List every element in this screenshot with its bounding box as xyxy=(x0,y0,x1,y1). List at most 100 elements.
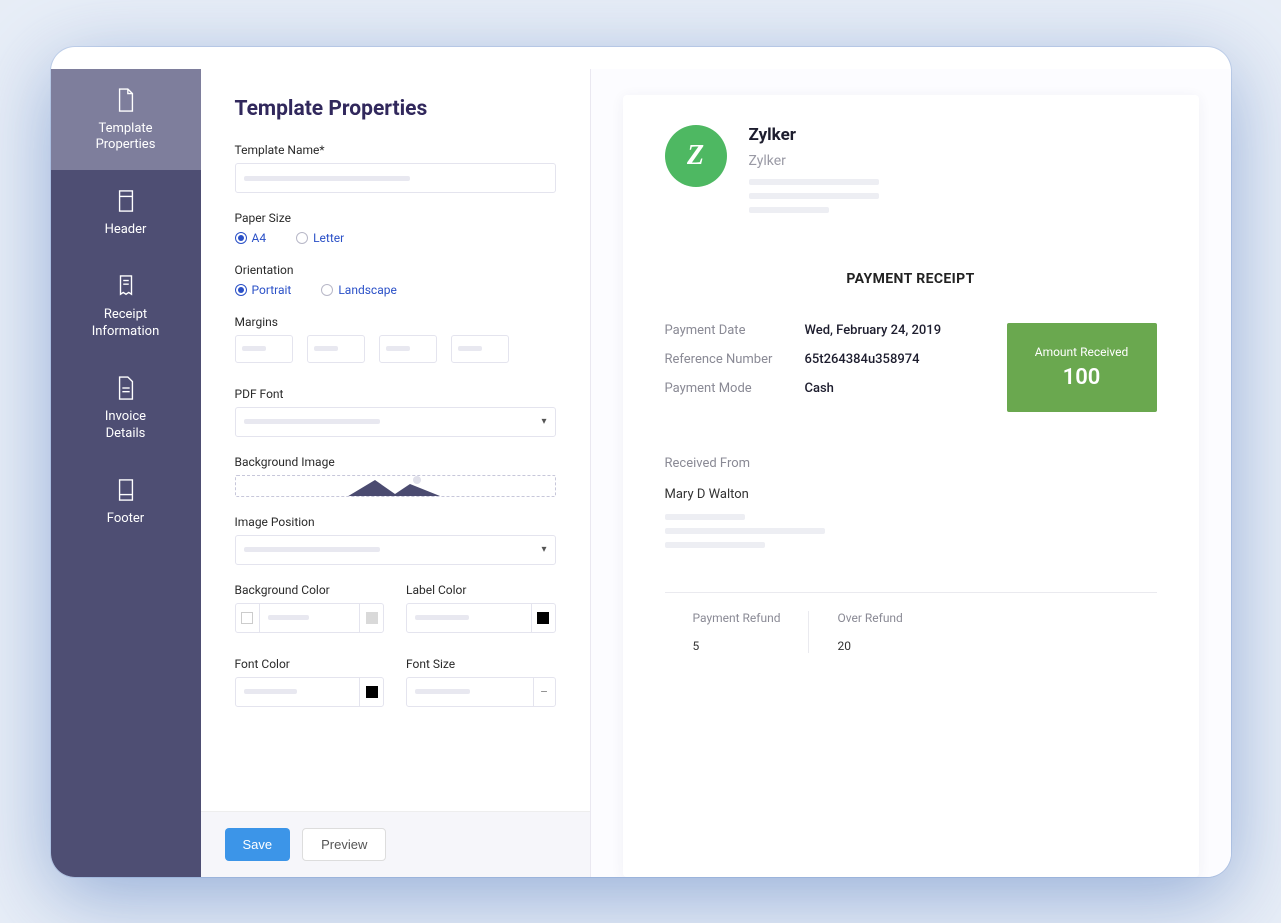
stepper-icon[interactable]: – xyxy=(533,678,555,706)
form-scroll: Template Properties Template Name* Paper… xyxy=(201,69,590,811)
radio-portrait[interactable]: Portrait xyxy=(235,283,292,297)
color-swatch xyxy=(241,612,253,624)
placeholder-line xyxy=(665,542,765,548)
sidebar-item-header[interactable]: Header xyxy=(51,170,201,255)
radio-landscape[interactable]: Landscape xyxy=(321,283,397,297)
payment-refund-label: Payment Refund xyxy=(693,611,781,625)
radio-label: A4 xyxy=(252,231,267,245)
company-logo: Z xyxy=(665,125,727,187)
receipt-icon xyxy=(59,273,193,299)
footer-icon xyxy=(59,477,193,503)
template-name-input[interactable] xyxy=(235,163,556,193)
amount-received-label: Amount Received xyxy=(1033,345,1131,359)
app-window: Template Properties Header Receipt Infor… xyxy=(51,47,1231,877)
chevron-down-icon: ▾ xyxy=(541,416,546,427)
chevron-down-icon: ▾ xyxy=(541,544,546,555)
field-label-color: Label Color xyxy=(406,583,556,633)
field-orientation: Orientation Portrait Landscape xyxy=(235,263,556,297)
font-color-input[interactable] xyxy=(235,677,385,707)
preview-button[interactable]: Preview xyxy=(302,828,386,861)
layout-row: Template Properties Header Receipt Infor… xyxy=(51,69,1231,877)
reference-number-label: Reference Number xyxy=(665,352,805,367)
margin-input-bottom[interactable] xyxy=(379,335,437,363)
payment-refund-cell: Payment Refund 5 xyxy=(665,611,809,653)
margin-input-left[interactable] xyxy=(451,335,509,363)
color-swatch xyxy=(366,612,378,624)
radio-dot-icon xyxy=(321,284,333,296)
info-row: Reference Number 65t264384u358974 xyxy=(665,352,942,367)
margin-input-right[interactable] xyxy=(307,335,365,363)
sidebar-item-footer[interactable]: Footer xyxy=(51,459,201,544)
invoice-icon xyxy=(59,375,193,401)
bg-image-upload[interactable] xyxy=(235,475,556,497)
field-pdf-font: PDF Font ▾ xyxy=(235,387,556,437)
payment-date-label: Payment Date xyxy=(665,323,805,338)
radio-a4[interactable]: A4 xyxy=(235,231,267,245)
margin-input-top[interactable] xyxy=(235,335,293,363)
label-color-input[interactable] xyxy=(406,603,556,633)
bg-color-input[interactable] xyxy=(235,603,385,633)
payment-date-value: Wed, February 24, 2019 xyxy=(805,323,942,338)
info-grid: Payment Date Wed, February 24, 2019 Refe… xyxy=(665,323,1157,412)
radio-dot-icon xyxy=(296,232,308,244)
placeholder-line xyxy=(665,514,745,520)
form-panel: Template Properties Template Name* Paper… xyxy=(201,69,591,877)
radio-label: Portrait xyxy=(252,283,292,297)
sidebar-item-label: Receipt Information xyxy=(59,307,193,341)
radio-dot-icon xyxy=(235,284,247,296)
label-color-label: Label Color xyxy=(406,583,556,597)
payment-refund-value: 5 xyxy=(693,639,781,653)
company-block: Zylker Zylker xyxy=(749,125,879,221)
pdf-font-select[interactable]: ▾ xyxy=(235,407,556,437)
image-position-label: Image Position xyxy=(235,515,556,529)
field-bg-image: Background Image xyxy=(235,455,556,497)
over-refund-label: Over Refund xyxy=(837,611,902,625)
bg-color-label: Background Color xyxy=(235,583,385,597)
field-image-position: Image Position ▾ xyxy=(235,515,556,565)
company-name: Zylker xyxy=(749,125,879,145)
document-preview: Z Zylker Zylker PAYMENT RECEIPT Payment … xyxy=(623,95,1199,877)
received-from-label: Received From xyxy=(665,456,1157,471)
font-size-label: Font Size xyxy=(406,657,556,671)
preview-panel: Z Zylker Zylker PAYMENT RECEIPT Payment … xyxy=(591,69,1231,877)
received-from-name: Mary D Walton xyxy=(665,487,1157,502)
payment-info-table: Payment Date Wed, February 24, 2019 Refe… xyxy=(665,323,942,412)
header-icon xyxy=(59,188,193,214)
orientation-label: Orientation xyxy=(235,263,556,277)
sidebar-item-receipt-information[interactable]: Receipt Information xyxy=(51,255,201,357)
info-row: Payment Mode Cash xyxy=(665,381,942,396)
page-title: Template Properties xyxy=(235,97,556,121)
field-font-size: Font Size – xyxy=(406,657,556,707)
sidebar: Template Properties Header Receipt Infor… xyxy=(51,69,201,877)
doc-header: Z Zylker Zylker xyxy=(665,125,1157,221)
field-font-color: Font Color xyxy=(235,657,385,707)
placeholder-line xyxy=(665,528,825,534)
image-position-select[interactable]: ▾ xyxy=(235,535,556,565)
bg-image-label: Background Image xyxy=(235,455,556,469)
sidebar-item-label: Template Properties xyxy=(59,121,193,155)
field-bg-color: Background Color xyxy=(235,583,385,633)
placeholder-line xyxy=(749,207,829,213)
sidebar-item-invoice-details[interactable]: Invoice Details xyxy=(51,357,201,459)
field-template-name: Template Name* xyxy=(235,143,556,193)
divider xyxy=(665,592,1157,593)
info-row: Payment Date Wed, February 24, 2019 xyxy=(665,323,942,338)
sidebar-item-template-properties[interactable]: Template Properties xyxy=(51,69,201,171)
company-subname: Zylker xyxy=(749,153,879,169)
payment-mode-value: Cash xyxy=(805,381,834,396)
save-button[interactable]: Save xyxy=(225,828,291,861)
pdf-font-label: PDF Font xyxy=(235,387,556,401)
field-margins: Margins xyxy=(235,315,556,363)
over-refund-value: 20 xyxy=(837,639,902,653)
sidebar-item-label: Header xyxy=(59,222,193,239)
amount-received-value: 100 xyxy=(1033,365,1131,390)
font-size-input[interactable]: – xyxy=(406,677,556,707)
color-swatch xyxy=(366,686,378,698)
radio-letter[interactable]: Letter xyxy=(296,231,344,245)
placeholder-line xyxy=(749,179,879,185)
radio-label: Landscape xyxy=(338,283,397,297)
doc-title: PAYMENT RECEIPT xyxy=(665,271,1157,287)
font-color-label: Font Color xyxy=(235,657,385,671)
amount-received-box: Amount Received 100 xyxy=(1007,323,1157,412)
over-refund-cell: Over Refund 20 xyxy=(808,611,930,653)
